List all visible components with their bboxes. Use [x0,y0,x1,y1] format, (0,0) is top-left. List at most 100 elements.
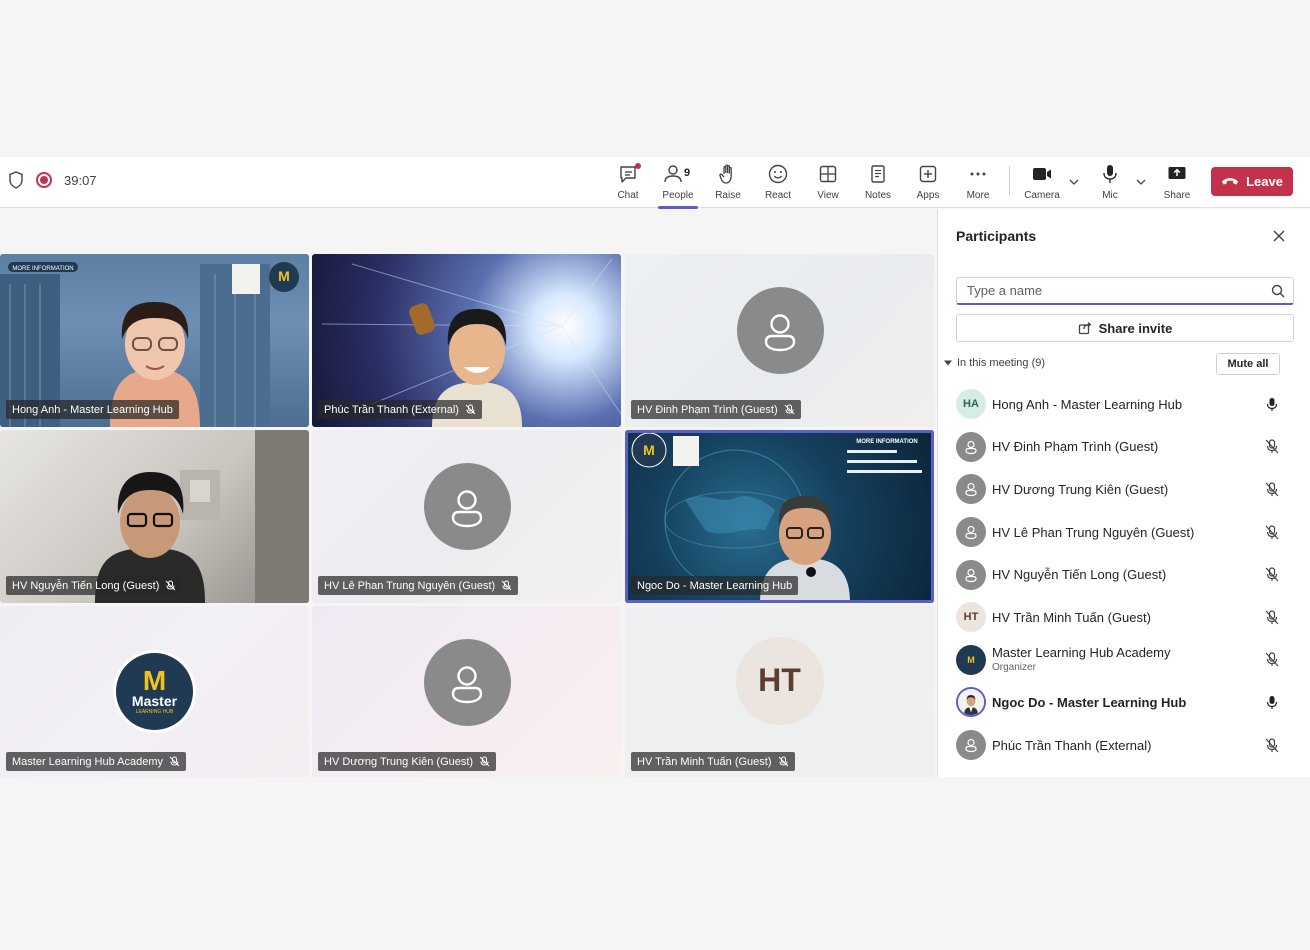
tile-name: HV Dương Trung Kiên (Guest) [324,755,474,768]
list-item[interactable]: HV Dương Trung Kiên (Guest) [938,468,1310,511]
list-item[interactable]: HV Nguyễn Tiến Long (Guest) [938,553,1310,596]
tile-name: HV Đinh Phạm Trình (Guest) [637,403,778,416]
mic-label: Mic [1102,190,1118,201]
video-tile[interactable]: HV Dương Trung Kiên (Guest) [312,606,621,779]
mute-all-button[interactable]: Mute all [1216,353,1280,375]
video-tile[interactable]: HV Lê Phan Trung Nguyên (Guest) [312,430,621,603]
mic-off-icon [166,580,176,591]
hang-up-icon [1221,178,1239,185]
mic-off-icon [784,404,794,415]
participant-name-tag: HV Đinh Phạm Trình (Guest) [631,400,801,419]
chat-unread-dot [635,163,641,169]
list-item[interactable]: Phúc Trần Thanh (External) [938,724,1310,767]
video-tile[interactable]: HV Nguyễn Tiến Long (Guest) [0,430,309,603]
more-info-tag: MORE INFORMATION [12,266,73,272]
video-tile[interactable]: HT HV Trần Minh Tuấn (Guest) [625,606,934,779]
avatar [956,687,986,718]
close-icon[interactable] [1272,229,1286,243]
tile-name: Ngoc Do - Master Learning Hub [637,579,793,592]
chat-button[interactable]: Chat [606,163,650,205]
leave-button[interactable]: Leave [1211,167,1293,196]
in-meeting-section-toggle[interactable]: In this meeting (9) [944,357,1045,369]
svg-text:M: M [643,442,655,458]
person-icon [451,665,483,703]
participant-name-tag: HV Nguyễn Tiến Long (Guest) [6,576,183,595]
list-item[interactable]: HT HV Trần Minh Tuấn (Guest) [938,596,1310,639]
participant-name: Master Learning Hub Academy [992,644,1171,660]
share-screen-icon [1168,167,1186,179]
react-label: React [764,190,792,201]
participant-name: HV Trần Minh Tuấn (Guest) [992,609,1151,625]
mic-off-icon [169,756,180,767]
search-icon[interactable] [1271,284,1285,298]
meeting-toolbar: 39:07 Chat 9 People Raise React View Not… [0,157,1310,209]
video-tile[interactable]: Phúc Trần Thanh (External) [312,254,621,427]
participant-search[interactable] [956,277,1294,305]
hand-icon [719,164,732,184]
video-tile[interactable]: HV Đinh Phạm Trình (Guest) [625,254,934,427]
participant-name-tag: HV Trần Minh Tuấn (Guest) [631,752,795,771]
tile-name: HV Nguyễn Tiến Long (Guest) [12,579,160,592]
video-gallery: MORE INFORMATION M Hong Anh - Master Lea… [0,209,937,779]
mic-options-chevron-icon[interactable] [1135,176,1147,188]
raise-hand-button[interactable]: Raise [706,163,750,205]
add-app-icon [919,165,937,183]
avatar [956,474,986,505]
people-button[interactable]: 9 People [656,163,700,209]
person-icon [965,525,977,540]
participant-name-tag: HV Dương Trung Kiên (Guest) [318,752,497,771]
participant-list: HA Hong Anh - Master Learning Hub HV Đin… [938,383,1310,766]
video-tile[interactable]: M Master LEARNING HUB Master Learning Hu… [0,606,309,779]
list-item[interactable]: Ngoc Do - Master Learning Hub [938,681,1310,724]
camera-button[interactable]: Camera [1020,163,1064,205]
camera-options-chevron-icon[interactable] [1068,176,1080,188]
person-icon [965,738,977,753]
search-input[interactable] [967,283,1257,298]
camera-label: Camera [1024,190,1060,201]
mic-button[interactable]: Mic [1088,163,1132,205]
list-item[interactable]: HV Lê Phan Trung Nguyên (Guest) [938,511,1310,554]
mic-on-icon [1266,695,1278,709]
raise-label: Raise [715,190,741,201]
notes-label: Notes [864,190,892,201]
share-invite-button[interactable]: Share invite [956,314,1294,342]
video-tile[interactable]: MORE INFORMATION M Hong Anh - Master Lea… [0,254,309,427]
person-icon [965,440,977,454]
list-item[interactable]: M Master Learning Hub Academy Organizer [938,639,1310,682]
mic-off-icon [1265,439,1279,454]
avatar: HA [956,389,986,420]
default-avatar [423,639,511,727]
video-tile[interactable]: M MORE INFORMATION Ngoc Do - Master Lear… [625,430,934,603]
notes-button[interactable]: Notes [856,163,900,205]
grid-view-icon [819,165,837,183]
share-button[interactable]: Share [1155,163,1199,205]
mic-off-icon [465,404,476,415]
more-button[interactable]: More [956,163,1000,205]
meeting-timer: 39:07 [64,172,97,188]
meeting-status: 39:07 [8,171,97,189]
apps-button[interactable]: Apps [906,163,950,205]
share-icon [1078,322,1091,335]
microphone-icon [1103,165,1117,183]
logo-word: Master [131,692,178,709]
apps-label: Apps [916,190,940,201]
list-item[interactable]: HV Đinh Phạm Trình (Guest) [938,426,1310,469]
participant-name: Hong Anh - Master Learning Hub [992,396,1183,412]
shield-icon[interactable] [8,171,24,189]
mic-off-icon [778,756,788,767]
list-item[interactable]: HA Hong Anh - Master Learning Hub [938,383,1310,426]
svg-text:M: M [278,268,290,284]
people-count: 9 [684,167,691,179]
mic-off-icon [1265,482,1279,497]
share-invite-label: Share invite [1098,320,1173,336]
person-icon [764,313,796,351]
profile-photo [958,689,984,716]
default-avatar [423,463,511,551]
top-blank-area [0,0,1310,157]
more-info-header: MORE INFORMATION [856,439,918,445]
organizer-logo: M Master LEARNING HUB [113,650,196,733]
participant-name-tag: Hong Anh - Master Learning Hub [6,400,179,419]
view-button[interactable]: View [806,163,850,205]
avatar [956,730,986,761]
react-button[interactable]: React [756,163,800,205]
